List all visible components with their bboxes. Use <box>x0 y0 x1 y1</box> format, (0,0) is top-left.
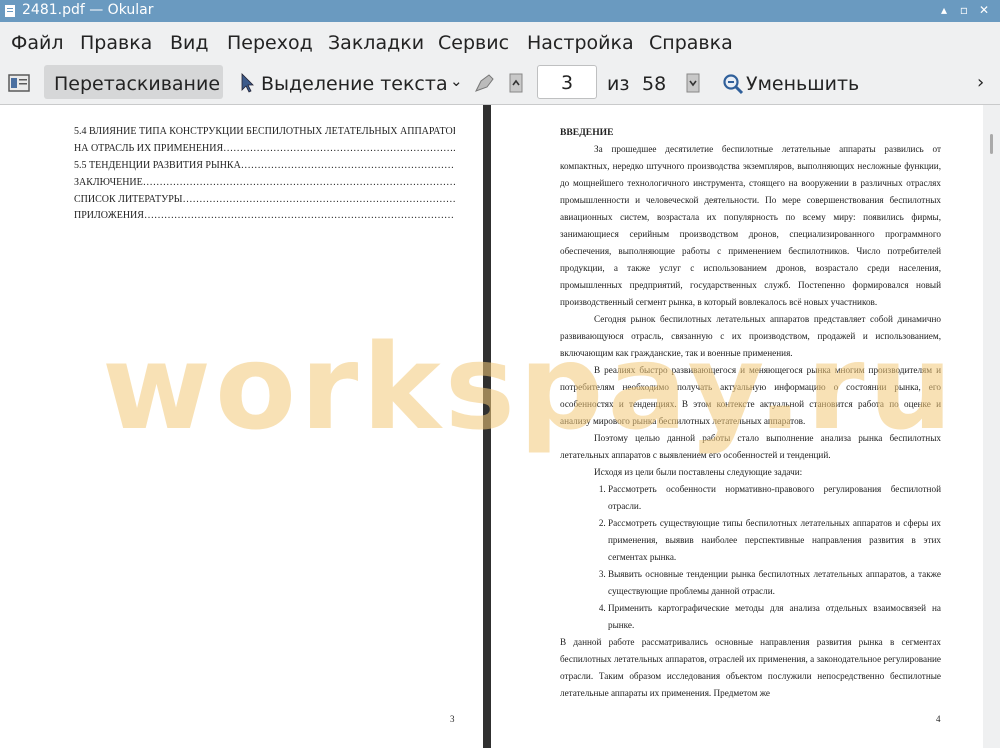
next-page-icon[interactable] <box>686 73 700 93</box>
toc-line: НА ОТРАСЛЬ ИХ ПРИМЕНЕНИЯ…………………………………………… <box>74 143 455 154</box>
pdf-page-right: ВВЕДЕНИЕ За прошедшее десятилетие беспил… <box>491 105 983 748</box>
paragraph: Исходя из цели были поставлены следующие… <box>594 467 803 477</box>
menu-go[interactable]: Переход <box>227 32 313 54</box>
menu-bookmarks[interactable]: Закладки <box>328 32 424 54</box>
scrollbar-thumb[interactable] <box>990 134 993 154</box>
list-item: Рассмотреть существующие типы беспилотны… <box>608 515 941 566</box>
close-icon[interactable]: ✕ <box>976 2 992 18</box>
zoom-out-icon <box>723 74 744 95</box>
section-heading: ВВЕДЕНИЕ <box>560 127 614 138</box>
list-item: Выявить основные тенденции рынка беспило… <box>608 566 941 600</box>
menu-tools[interactable]: Сервис <box>438 32 509 54</box>
text-select-tool-button[interactable]: Выделение текста <box>261 73 448 95</box>
page-number-right: 4 <box>936 714 941 724</box>
menu-settings[interactable]: Настройка <box>527 32 634 54</box>
main-toolbar: Перетаскивание Выделение текста ⌄ 3 из 5… <box>0 64 1000 105</box>
paragraph: Поэтому целью данной работы стало выполн… <box>560 433 941 460</box>
highlighter-icon[interactable] <box>473 73 495 93</box>
toolbar-overflow-chevron-icon[interactable]: › <box>977 72 984 93</box>
minimize-icon[interactable]: ▴ <box>936 2 952 18</box>
menu-bar: Файл Правка Вид Переход Закладки Сервис … <box>0 22 1000 64</box>
chevron-down-icon[interactable]: ⌄ <box>450 72 463 90</box>
title-bar: 2481.pdf — Okular ▴ ▫ ✕ <box>0 0 1000 22</box>
sidebar-toggle-icon[interactable] <box>8 74 30 92</box>
paragraph: Сегодня рынок беспилотных летательных ап… <box>560 314 941 358</box>
previous-page-icon[interactable] <box>509 73 523 93</box>
okular-app-icon <box>5 5 15 17</box>
paragraph: В реалиях быстро развивающегося и меняющ… <box>560 365 941 426</box>
toc-line: ЗАКЛЮЧЕНИЕ………………………………………………………………………………… <box>74 177 455 188</box>
window-title: 2481.pdf — Okular <box>22 2 154 18</box>
menu-edit[interactable]: Правка <box>80 32 152 54</box>
menu-help[interactable]: Справка <box>649 32 733 54</box>
list-item: Применить картографические методы для ан… <box>608 600 941 634</box>
menu-file[interactable]: Файл <box>11 32 64 54</box>
vertical-scrollbar[interactable] <box>983 105 1000 748</box>
zoom-out-button[interactable]: Уменьшить <box>746 73 859 95</box>
task-list: Рассмотреть особенности нормативно-право… <box>560 481 941 634</box>
toc-line: 5.5 ТЕНДЕНЦИИ РАЗВИТИЯ РЫНКА………………………………… <box>74 160 455 171</box>
toc-line: 5.4 ВЛИЯНИЕ ТИПА КОНСТРУКЦИИ БЕСПИЛОТНЫХ… <box>74 126 455 137</box>
list-item: Рассмотреть особенности нормативно-право… <box>608 481 941 515</box>
toc-line: ПРИЛОЖЕНИЯ………………………………………………………………………………… <box>74 210 455 221</box>
total-pages-label: 58 <box>642 73 667 95</box>
page-number-input[interactable]: 3 <box>537 65 597 99</box>
page-of-label: из <box>607 73 630 95</box>
cursor-arrow-icon <box>241 73 254 93</box>
page-body-text: За прошедшее десятилетие беспилотные лет… <box>560 141 941 702</box>
browse-tool-label: Перетаскивание <box>54 73 221 95</box>
maximize-icon[interactable]: ▫ <box>956 2 972 18</box>
toc-line: СПИСОК ЛИТЕРАТУРЫ……………………………………………………………… <box>74 194 455 205</box>
page-number-left: 3 <box>450 714 455 724</box>
paragraph: В данной работе рассматривались основные… <box>560 637 941 698</box>
paragraph: За прошедшее десятилетие беспилотные лет… <box>560 144 941 307</box>
menu-view[interactable]: Вид <box>170 32 209 54</box>
pdf-page-left: 5.4 ВЛИЯНИЕ ТИПА КОНСТРУКЦИИ БЕСПИЛОТНЫХ… <box>0 105 483 748</box>
